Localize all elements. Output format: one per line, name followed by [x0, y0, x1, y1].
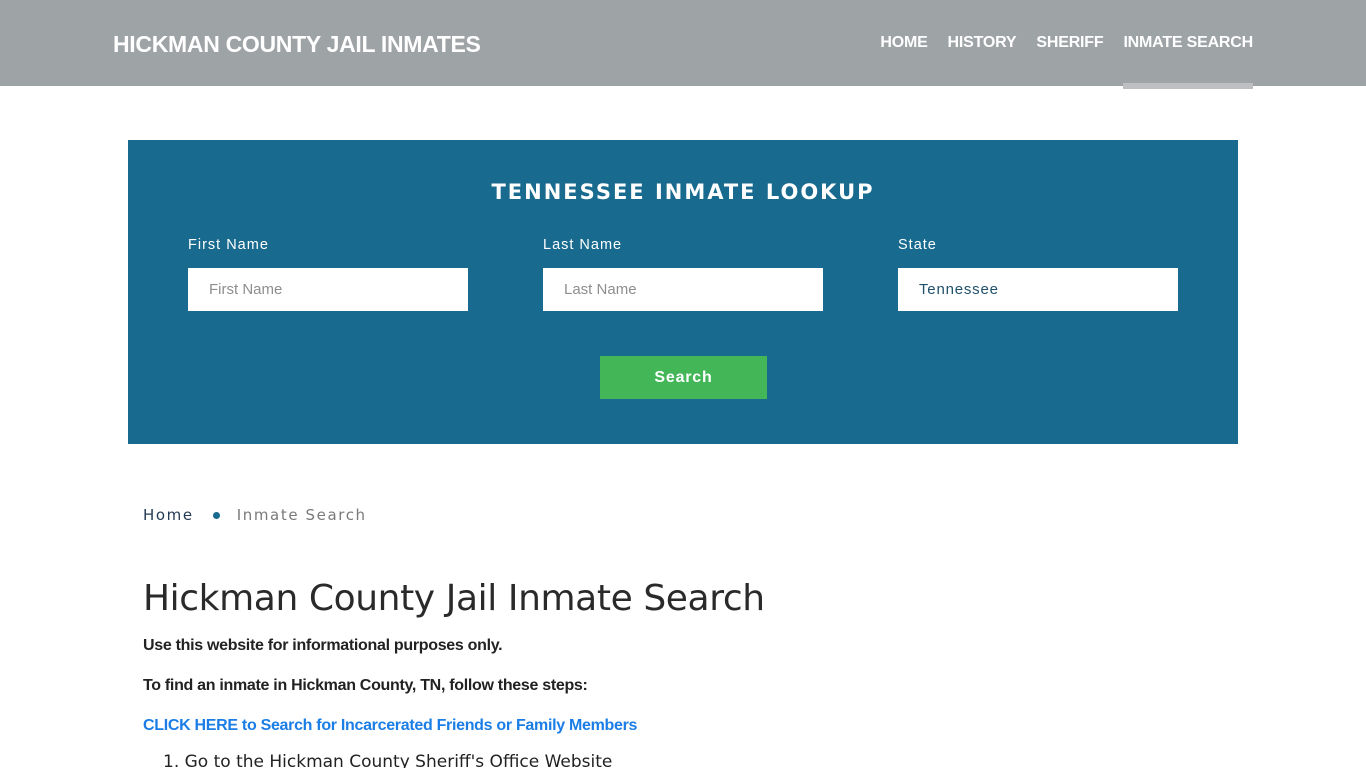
disclaimer-text: Use this website for informational purpo… [143, 637, 503, 654]
lookup-title: TENNESSEE INMATE LOOKUP [491, 180, 875, 204]
breadcrumb-separator-dot-icon [212, 511, 220, 519]
main-nav: HOME HISTORY SHERIFF INMATE SEARCH [860, 0, 1253, 89]
step-item: 1. Go to the Hickman County Sheriff's Of… [163, 752, 613, 768]
inmate-lookup-panel: TENNESSEE INMATE LOOKUP First Name Last … [128, 140, 1238, 444]
nav-home[interactable]: HOME [880, 0, 927, 86]
first-name-input[interactable] [188, 268, 468, 311]
page-title: Hickman County Jail Inmate Search [143, 578, 765, 619]
last-name-field-group: Last Name [543, 236, 823, 311]
last-name-input[interactable] [543, 268, 823, 311]
site-header: HICKMAN COUNTY JAIL INMATES HOME HISTORY… [0, 0, 1366, 89]
nav-sheriff[interactable]: SHERIFF [1036, 0, 1103, 86]
search-incarcerated-link[interactable]: CLICK HERE to Search for Incarcerated Fr… [143, 717, 637, 735]
nav-history[interactable]: HISTORY [948, 0, 1017, 86]
state-input[interactable] [898, 268, 1178, 311]
breadcrumb-current: Inmate Search [236, 506, 367, 524]
search-button[interactable]: Search [600, 356, 767, 399]
state-label: State [898, 237, 937, 253]
site-logo-link[interactable]: HICKMAN COUNTY JAIL INMATES [113, 30, 481, 58]
state-field-group: State [898, 236, 1178, 311]
first-name-label: First Name [188, 237, 269, 253]
first-name-field-group: First Name [188, 236, 468, 311]
steps-list: 1. Go to the Hickman County Sheriff's Of… [163, 752, 612, 768]
breadcrumb: Home Inmate Search [143, 506, 367, 524]
breadcrumb-home-link[interactable]: Home [143, 506, 194, 524]
last-name-label: Last Name [543, 237, 623, 253]
nav-inmate-search[interactable]: INMATE SEARCH [1123, 0, 1253, 89]
instructions-intro: To find an inmate in Hickman County, TN,… [143, 677, 588, 694]
